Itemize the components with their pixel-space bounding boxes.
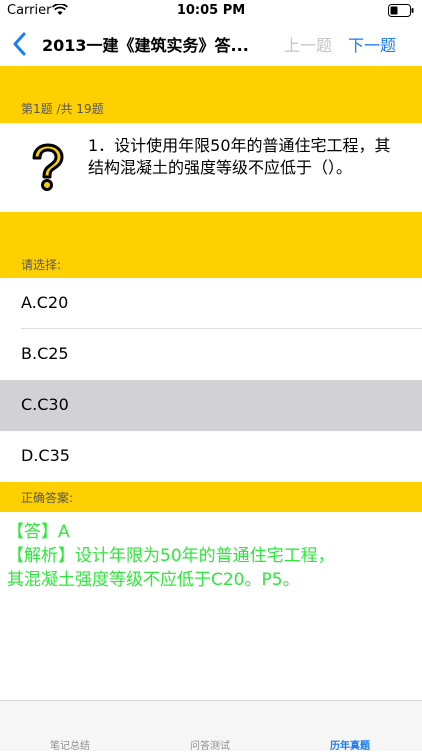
status-bar: Carrier 10:05 PM [0, 0, 422, 22]
back-chevron-icon[interactable] [8, 30, 32, 58]
answer-header: 正确答案: [21, 491, 74, 505]
previous-question-button[interactable]: 上一题 [284, 32, 332, 56]
option-a[interactable]: A.C20 [0, 278, 422, 329]
option-b-label: B.C25 [21, 344, 69, 363]
battery-icon [388, 4, 414, 17]
choose-label: 请选择: [21, 258, 62, 272]
option-d-label: D.C35 [21, 446, 70, 465]
question-progress: 第1题 /共 19题 [21, 102, 104, 116]
progress-band: 第1题 /共 19题 [0, 66, 422, 123]
question-card: 1．设计使用年限50年的普通住宅工程，其结构混凝土的强度等级不应低于（）。 [0, 123, 422, 211]
analysis-line: 其混凝土强度等级不应低于C20。P5。 [7, 570, 300, 590]
option-d[interactable]: D.C35 [0, 431, 422, 482]
status-time: 10:05 PM [176, 3, 246, 18]
question-mark-icon [32, 143, 64, 191]
option-c-label: C.C30 [21, 395, 69, 414]
next-question-button[interactable]: 下一题 [348, 32, 396, 56]
option-c-selected[interactable]: C.C30 [0, 380, 422, 431]
answer-line: 【答】A [7, 522, 70, 542]
option-a-label: A.C20 [21, 293, 69, 312]
question-text: 1．设计使用年限50年的普通住宅工程，其结构混凝土的强度等级不应低于（）。 [88, 136, 391, 177]
tab-bar: 笔记总结 问答测试 历年真题 [0, 700, 422, 752]
answer-explanation: 【答】A 【解析】设计年限为50年的普通住宅工程， 其混凝土强度等级不应低于C2… [0, 512, 422, 700]
analysis-line: 【解析】设计年限为50年的普通住宅工程， [7, 546, 335, 566]
answer-band: 正确答案: [0, 482, 422, 512]
choose-band: 请选择: [0, 212, 422, 278]
page-title: 2013一建《建筑实务》答... [42, 36, 249, 55]
option-b[interactable]: B.C25 [0, 329, 422, 380]
nav-bar: 2013一建《建筑实务》答... 上一题 下一题 [0, 22, 422, 66]
